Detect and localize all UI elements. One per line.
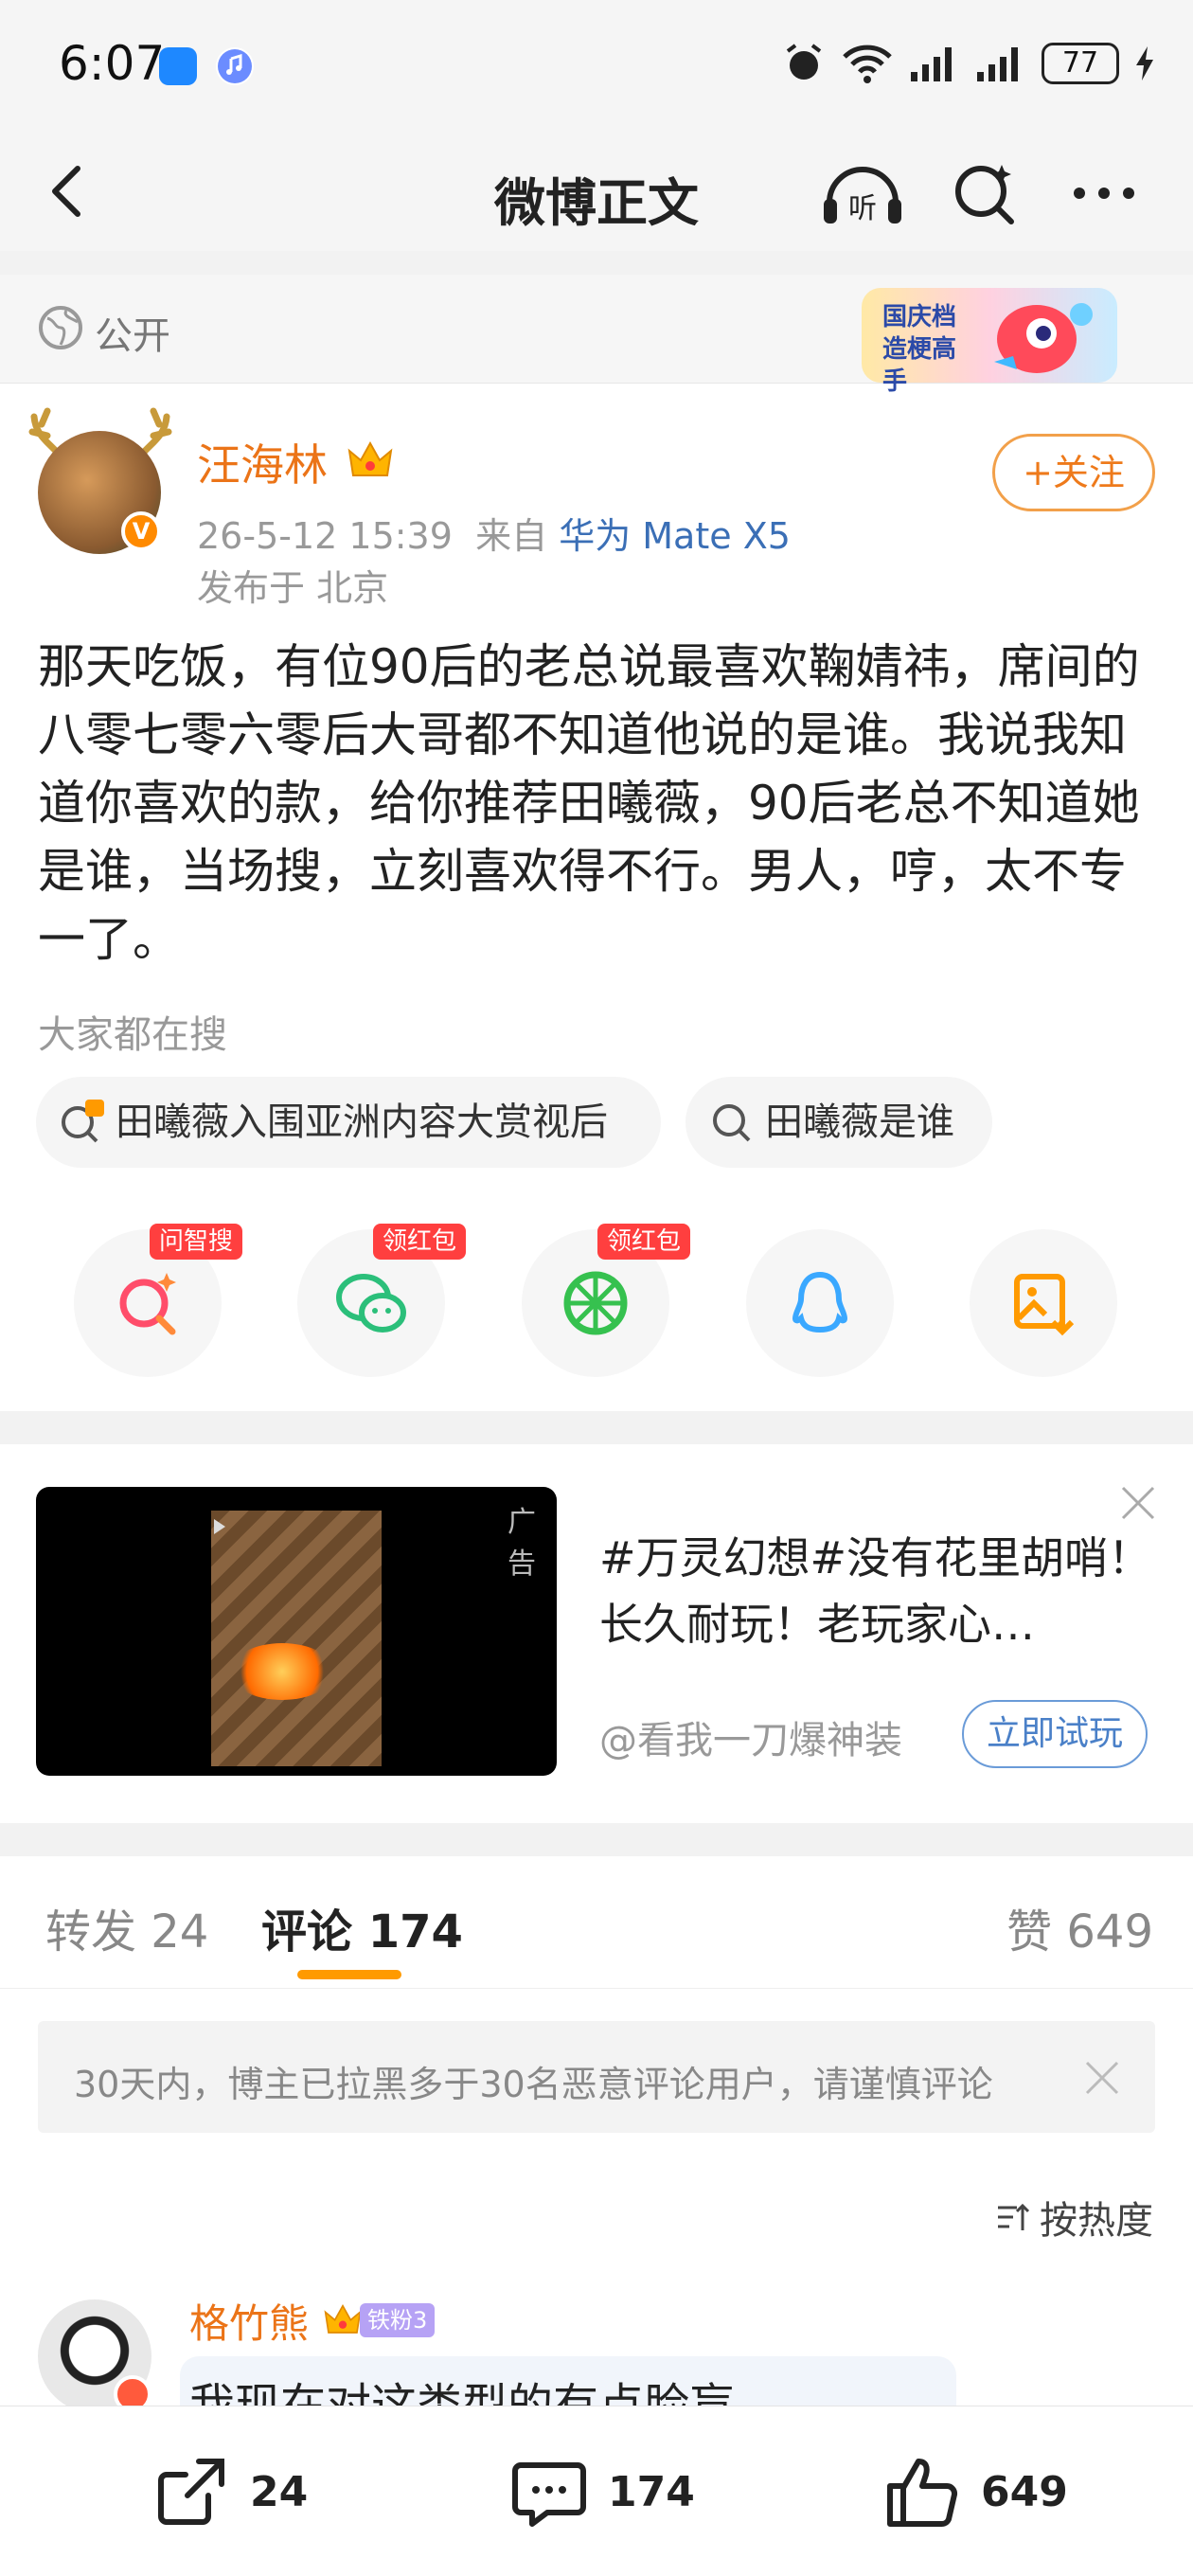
repost-button[interactable]: 24	[151, 2452, 308, 2531]
more-icon[interactable]	[1070, 159, 1138, 227]
sort-icon	[998, 2203, 1030, 2230]
tab-bar: 转发 24 评论 174 赞 649	[0, 1856, 1193, 1989]
divider	[0, 251, 1193, 275]
crown-icon	[324, 2303, 362, 2334]
tab-repost[interactable]: 转发 24	[45, 1894, 208, 1960]
trending-title: 大家都在搜	[38, 1013, 227, 1057]
ad-card[interactable]: 广告 #万灵幻想#没有花里胡哨！长久耐玩！老玩家心… @看我一刀爆神装 立即试玩	[0, 1444, 1193, 1823]
search-icon[interactable]	[951, 159, 1019, 227]
ai-search-icon	[119, 1273, 176, 1335]
comment-notice: 30天内，博主已拉黑多于30名恶意评论用户，请谨慎评论	[38, 2021, 1155, 2133]
crown-icon	[347, 440, 393, 476]
status-bar: 6:07 77	[0, 0, 1193, 133]
share-ai-search[interactable]: 问智搜	[74, 1224, 243, 1377]
qq-icon	[792, 1271, 848, 1333]
sort-label: 按热度	[1040, 2199, 1153, 2243]
status-time: 6:07	[59, 36, 166, 91]
share-moments[interactable]: 领红包	[522, 1224, 691, 1377]
post-location: 发布于 北京	[197, 567, 389, 609]
from-prefix: 来自	[475, 515, 548, 557]
hot-search-icon	[62, 1100, 104, 1143]
listen-headphones-icon[interactable]: 听	[820, 159, 905, 227]
post-meta: 26-5-12 15:39 来自 华为 Mate X5	[197, 507, 791, 559]
save-image-icon	[1014, 1274, 1075, 1336]
battery-indicator: 77	[1042, 43, 1119, 84]
ad-headline: #万灵幻想#没有花里胡哨！长久耐玩！老玩家心…	[599, 1532, 1152, 1650]
trending-chip-1[interactable]: 田曦薇入围亚洲内容大赏视后	[36, 1077, 661, 1168]
event-badge-text: 国庆档造梗高手	[882, 303, 957, 396]
tab-likes[interactable]: 赞 649	[1006, 1894, 1153, 1960]
globe-icon	[39, 306, 82, 349]
bottom-action-bar: 24 174 649	[0, 2406, 1193, 2576]
close-icon[interactable]	[1117, 1482, 1159, 1524]
music-app-icon	[216, 47, 254, 85]
signal-icon-2	[977, 47, 1018, 81]
post-body: 那天吃饭，有位90后的老总说最喜欢鞠婧祎，席间的八零七零六零后大哥都不知道他说的…	[38, 639, 1140, 967]
visibility-label: 公开	[95, 314, 170, 358]
divider	[0, 1411, 1193, 1444]
visibility-row: 公开 国庆档造梗高手	[0, 275, 1193, 396]
like-button[interactable]: 649	[882, 2452, 1068, 2531]
ad-video[interactable]: 广告	[36, 1487, 557, 1776]
share-tag: 领红包	[373, 1224, 467, 1260]
wifi-icon	[843, 45, 892, 83]
tab-comments[interactable]: 评论 174	[261, 1894, 463, 1960]
mascot-icon	[994, 303, 1093, 373]
ad-game-scene	[211, 1511, 382, 1766]
share-tag: 领红包	[597, 1224, 691, 1260]
like-count: 649	[981, 2467, 1068, 2516]
trending-chip-2[interactable]: 田曦薇是谁	[686, 1077, 992, 1168]
sort-button[interactable]: 按热度	[994, 2190, 1153, 2245]
device-link[interactable]: 华为 Mate X5	[559, 515, 791, 557]
search-icon	[713, 1104, 751, 1142]
comment-count: 174	[608, 2467, 695, 2516]
wechat-icon	[336, 1274, 406, 1333]
follow-button[interactable]: +关注	[992, 434, 1155, 511]
trending-chip-label: 田曦薇入围亚洲内容大赏视后	[116, 1100, 608, 1144]
share-tag: 问智搜	[150, 1224, 243, 1260]
listen-label: 听	[848, 192, 877, 225]
notice-text: 30天内，博主已拉黑多于30名恶意评论用户，请谨慎评论	[74, 2064, 993, 2105]
ad-account[interactable]: @看我一刀爆神装	[599, 1709, 902, 1764]
try-now-button[interactable]: 立即试玩	[962, 1700, 1148, 1768]
comment-button[interactable]: 174	[509, 2452, 695, 2531]
tab-active-indicator	[297, 1970, 401, 1979]
share-save-image[interactable]	[970, 1229, 1117, 1377]
divider	[0, 1823, 1193, 1856]
repost-icon	[158, 2459, 224, 2525]
repost-count: 24	[250, 2467, 309, 2516]
share-wechat[interactable]: 领红包	[297, 1224, 467, 1377]
close-icon[interactable]	[1081, 2057, 1123, 2099]
share-qq[interactable]	[746, 1229, 894, 1377]
nav-bar: 微博正文 听	[0, 133, 1193, 251]
author-name[interactable]: 汪海林	[197, 431, 328, 493]
alarm-icon	[786, 44, 822, 80]
weather-app-icon	[159, 47, 197, 85]
verified-badge: V	[121, 511, 161, 551]
commenter-name[interactable]: 格竹熊	[189, 2292, 309, 2350]
comment-icon	[512, 2462, 586, 2527]
thumbs-up-icon	[887, 2459, 958, 2527]
signal-icon	[911, 47, 952, 81]
fan-level-badge: 铁粉3	[360, 2303, 436, 2337]
event-badge[interactable]: 国庆档造梗高手	[862, 288, 1117, 396]
play-icon	[214, 1519, 225, 1534]
post-timestamp: 26-5-12 15:39	[197, 515, 453, 557]
trending-chip-label: 田曦薇是谁	[765, 1100, 954, 1144]
ad-tag: 广告	[507, 1506, 536, 1581]
status-icons: 77	[782, 42, 1155, 85]
charging-icon	[1136, 46, 1153, 80]
moments-icon	[563, 1271, 628, 1335]
